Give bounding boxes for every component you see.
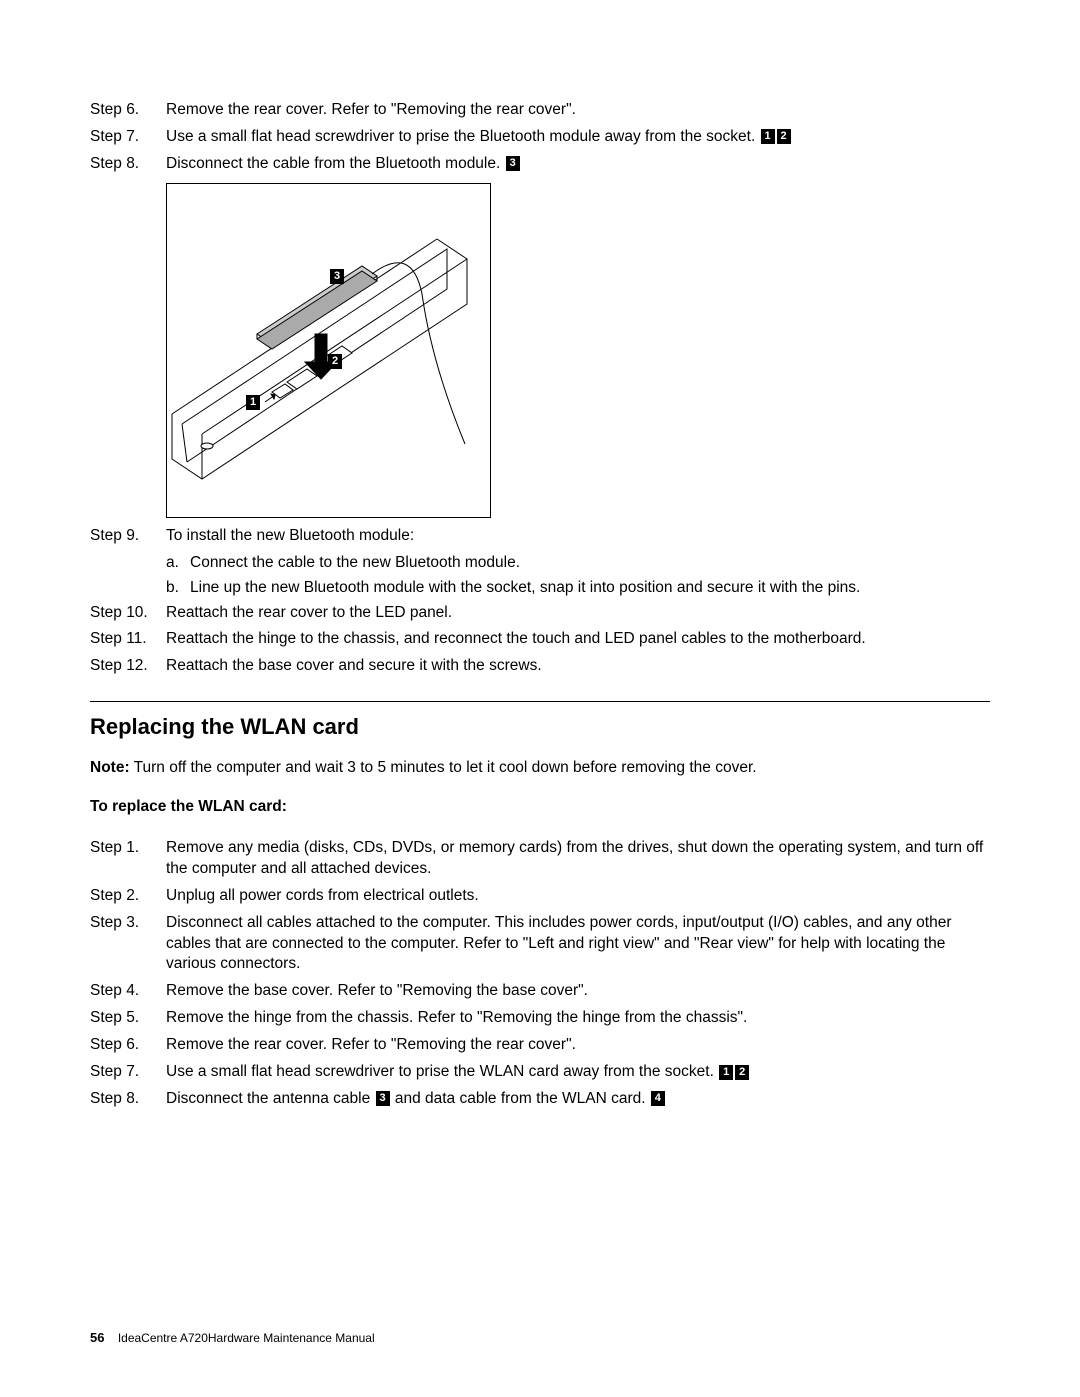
step-row: Step 8. Disconnect the cable from the Bl… <box>90 154 990 175</box>
step-text: Use a small flat head screwdriver to pri… <box>158 1062 990 1083</box>
step-label: Step 10. <box>90 603 158 624</box>
step-text: To install the new Bluetooth module: <box>158 526 990 547</box>
note-label: Note: <box>90 759 130 776</box>
step-label: Step 2. <box>90 886 158 907</box>
callout-icon: 2 <box>777 129 791 144</box>
step-row: Step 4. Remove the base cover. Refer to … <box>90 981 990 1002</box>
step-label: Step 6. <box>90 100 158 121</box>
step-text: Remove any media (disks, CDs, DVDs, or m… <box>158 838 990 880</box>
step-text-span: Use a small flat head screwdriver to pri… <box>166 128 755 145</box>
step-row: Step 6. Remove the rear cover. Refer to … <box>90 1035 990 1056</box>
callout-icon: 3 <box>376 1091 390 1106</box>
step-text-span: Disconnect the cable from the Bluetooth … <box>166 155 500 172</box>
step-row: Step 11. Reattach the hinge to the chass… <box>90 629 990 650</box>
step-text: Disconnect all cables attached to the co… <box>158 913 990 976</box>
callout-icon: 3 <box>506 156 520 171</box>
step-row: Step 12. Reattach the base cover and sec… <box>90 656 990 677</box>
step-text: Remove the hinge from the chassis. Refer… <box>158 1008 990 1029</box>
step-text: Unplug all power cords from electrical o… <box>158 886 990 907</box>
diagram-svg <box>167 184 491 518</box>
step-text: Disconnect the antenna cable 3 and data … <box>158 1089 990 1110</box>
step-text: Use a small flat head screwdriver to pri… <box>158 127 990 148</box>
step-row: Step 5. Remove the hinge from the chassi… <box>90 1008 990 1029</box>
step-row: Step 10. Reattach the rear cover to the … <box>90 603 990 624</box>
note-paragraph: Note: Turn off the computer and wait 3 t… <box>90 758 990 779</box>
substep-text: Connect the cable to the new Bluetooth m… <box>190 553 990 574</box>
step-row: Step 2. Unplug all power cords from elec… <box>90 886 990 907</box>
callout-icon: 2 <box>735 1065 749 1080</box>
step-text: Remove the rear cover. Refer to "Removin… <box>158 1035 990 1056</box>
step-row: Step 3. Disconnect all cables attached t… <box>90 913 990 976</box>
section-divider <box>90 701 990 702</box>
page-footer: 56 IdeaCentre A720Hardware Maintenance M… <box>90 1329 375 1347</box>
step-label: Step 7. <box>90 127 158 148</box>
step-label: Step 12. <box>90 656 158 677</box>
step-label: Step 5. <box>90 1008 158 1029</box>
step-row: Step 6. Remove the rear cover. Refer to … <box>90 100 990 121</box>
substep-label: b. <box>166 578 190 599</box>
step-label: Step 9. <box>90 526 158 547</box>
step-label: Step 1. <box>90 838 158 880</box>
step-row: Step 8. Disconnect the antenna cable 3 a… <box>90 1089 990 1110</box>
step-label: Step 4. <box>90 981 158 1002</box>
step-label: Step 7. <box>90 1062 158 1083</box>
step-text-span: Use a small flat head screwdriver to pri… <box>166 1063 714 1080</box>
step-label: Step 8. <box>90 1089 158 1110</box>
callout-icon: 4 <box>651 1091 665 1106</box>
page-number: 56 <box>90 1330 104 1345</box>
step-row: Step 7. Use a small flat head screwdrive… <box>90 127 990 148</box>
substep-text: Line up the new Bluetooth module with th… <box>190 578 990 599</box>
step-row: Step 1. Remove any media (disks, CDs, DV… <box>90 838 990 880</box>
note-text: Turn off the computer and wait 3 to 5 mi… <box>130 759 757 776</box>
diagram-callout-3: 3 <box>330 269 344 284</box>
step-text: Remove the base cover. Refer to "Removin… <box>158 981 990 1002</box>
step-text: Reattach the hinge to the chassis, and r… <box>158 629 990 650</box>
step-label: Step 11. <box>90 629 158 650</box>
bluetooth-module-diagram: 1 2 3 <box>166 183 491 518</box>
section-heading: Replacing the WLAN card <box>90 712 990 742</box>
step-text-span: Disconnect the antenna cable <box>166 1090 375 1107</box>
diagram-callout-1: 1 <box>246 395 260 410</box>
step-text-span: and data cable from the WLAN card. <box>391 1090 650 1107</box>
substep-row: a. Connect the cable to the new Bluetoot… <box>90 553 990 574</box>
step-text: Reattach the base cover and secure it wi… <box>158 656 990 677</box>
step-row: Step 9. To install the new Bluetooth mod… <box>90 526 990 547</box>
diagram-callout-2: 2 <box>328 354 342 369</box>
procedure-sub-heading: To replace the WLAN card: <box>90 797 990 818</box>
step-label: Step 8. <box>90 154 158 175</box>
footer-title: IdeaCentre A720Hardware Maintenance Manu… <box>118 1331 375 1345</box>
step-label: Step 6. <box>90 1035 158 1056</box>
step-row: Step 7. Use a small flat head screwdrive… <box>90 1062 990 1083</box>
step-label: Step 3. <box>90 913 158 976</box>
substep-row: b. Line up the new Bluetooth module with… <box>90 578 990 599</box>
callout-icon: 1 <box>719 1065 733 1080</box>
step-text: Reattach the rear cover to the LED panel… <box>158 603 990 624</box>
step-text: Remove the rear cover. Refer to "Removin… <box>158 100 990 121</box>
callout-icon: 1 <box>761 129 775 144</box>
step-text: Disconnect the cable from the Bluetooth … <box>158 154 990 175</box>
substep-label: a. <box>166 553 190 574</box>
